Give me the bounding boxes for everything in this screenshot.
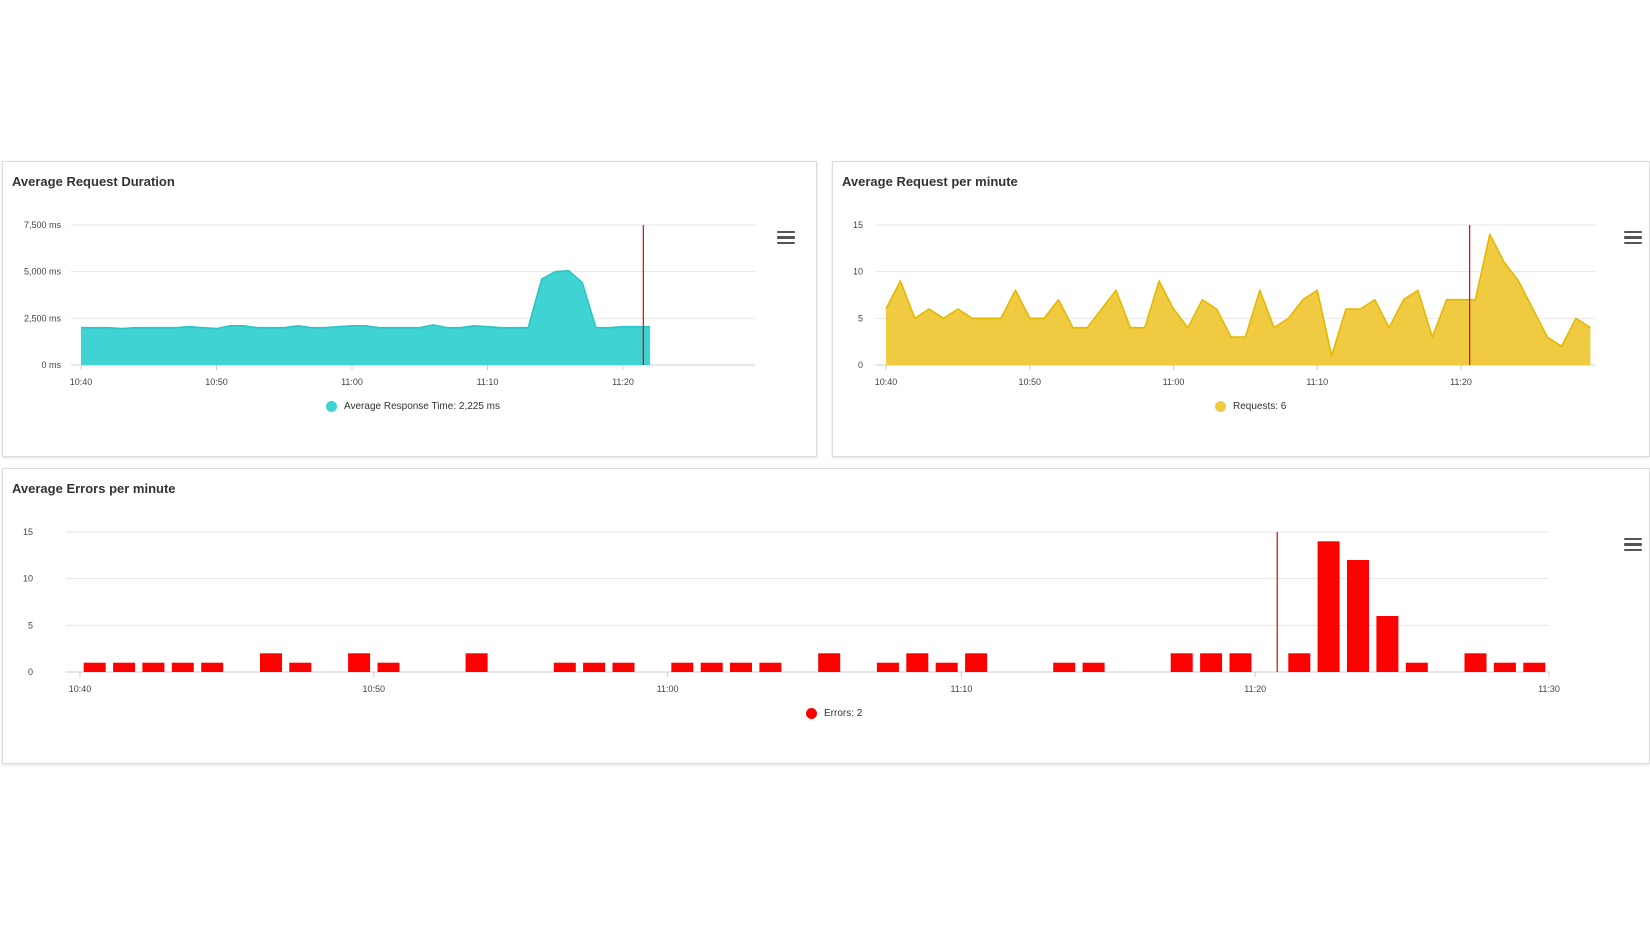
y-tick-label: 5 (28, 620, 33, 630)
bar (1376, 616, 1399, 672)
y-tick-label: 7,500 ms (24, 220, 62, 230)
y-tick-label: 5,000 ms (24, 267, 62, 277)
bar (1170, 653, 1193, 672)
y-tick-label: 0 (28, 667, 33, 677)
bar (965, 653, 988, 672)
panel-average-errors-per-minute: Average Errors per minute 0 5 10 15 10:40 10:… (2, 468, 1650, 764)
y-tick-label: 0 ms (41, 360, 61, 370)
bar (730, 662, 752, 672)
bar (113, 662, 136, 672)
bar (260, 653, 282, 672)
bar (935, 662, 958, 672)
bar (1053, 662, 1076, 672)
bar (1082, 662, 1105, 672)
x-tick-label: 10:50 (205, 377, 228, 387)
x-tick-label: 10:50 (363, 684, 386, 694)
bar (465, 653, 488, 672)
y-tick-label: 15 (23, 527, 33, 537)
bar (671, 662, 694, 672)
legend-dot-icon (326, 401, 337, 412)
bar (1493, 662, 1516, 672)
x-tick-label: 11:10 (1306, 377, 1328, 387)
legend-item-response-time[interactable]: Average Response Time: 2,225 ms (326, 401, 500, 412)
x-tick-label: 11:00 (341, 377, 363, 387)
legend-label: Errors: 2 (824, 708, 863, 719)
bar (876, 662, 899, 672)
x-tick-label: 11:20 (1450, 377, 1472, 387)
bar (1288, 653, 1311, 672)
panel-average-request-duration: Average Request Duration 0 ms 2,500 ms 5,0… (2, 161, 817, 457)
y-tick-label: 5 (858, 313, 863, 323)
x-tick-label: 11:10 (477, 377, 499, 387)
bar (83, 662, 106, 672)
bar (348, 653, 371, 672)
legend-label: Average Response Time: 2,225 ms (344, 401, 501, 412)
y-tick-label: 0 (858, 360, 863, 370)
x-tick-label: 11:00 (1163, 377, 1185, 387)
legend-item-requests[interactable]: Requests: 6 (1215, 401, 1286, 412)
x-tick-label: 10:40 (70, 377, 93, 387)
bar (201, 662, 224, 672)
y-tick-label: 10 (853, 267, 863, 277)
bar (553, 662, 576, 672)
x-tick-label: 11:00 (657, 684, 679, 694)
x-tick-label: 10:40 (875, 377, 898, 387)
panel-average-request-per-minute: Average Request per minute 0 5 10 15 10:40 10… (832, 161, 1650, 457)
bar (171, 662, 194, 672)
x-tick-label: 11:20 (612, 377, 634, 387)
bar (289, 662, 312, 672)
bar (700, 662, 723, 672)
bar (612, 662, 635, 672)
y-tick-label: 15 (853, 220, 863, 230)
y-tick-label: 2,500 ms (24, 313, 62, 323)
bar (1464, 653, 1487, 672)
x-tick-label: 11:30 (1538, 684, 1560, 694)
bar (1523, 662, 1546, 672)
y-tick-label: 10 (23, 574, 33, 584)
bar (818, 653, 841, 672)
x-tick-label: 11:20 (1244, 684, 1266, 694)
x-tick-label: 10:50 (1018, 377, 1041, 387)
bar (583, 662, 606, 672)
x-tick-label: 10:40 (69, 684, 92, 694)
legend-label: Requests: 6 (1233, 401, 1287, 412)
bar (759, 662, 782, 672)
legend-dot-icon (806, 708, 817, 719)
bar (377, 662, 400, 672)
legend-dot-icon (1215, 401, 1226, 412)
bar (1405, 662, 1428, 672)
bar (1200, 653, 1223, 672)
x-tick-label: 11:10 (950, 684, 972, 694)
legend-item-errors[interactable]: Errors: 2 (806, 708, 862, 719)
bar (1347, 560, 1369, 672)
bar (906, 653, 929, 672)
bar (142, 662, 165, 672)
bar (1317, 541, 1340, 672)
bar (1229, 653, 1252, 672)
